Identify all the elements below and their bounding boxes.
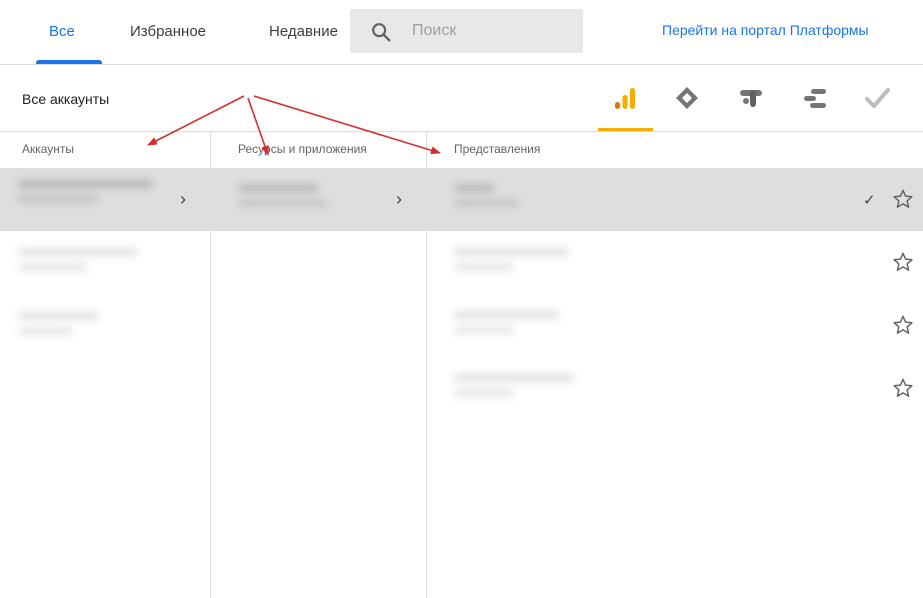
active-tab-indicator xyxy=(36,60,102,64)
view-item[interactable] xyxy=(454,184,584,214)
view-item[interactable] xyxy=(454,248,584,278)
analytics-icon[interactable] xyxy=(612,85,638,111)
properties-column-header: Ресурсы и приложения xyxy=(238,142,367,156)
star-icon[interactable] xyxy=(892,188,914,210)
column-divider xyxy=(426,132,427,598)
top-bar: Все Избранное Недавние Перейти на портал… xyxy=(0,0,923,65)
tab-all[interactable]: Все xyxy=(49,0,75,65)
tab-favorites[interactable]: Избранное xyxy=(130,0,206,65)
product-bar: Все аккаунты xyxy=(0,65,923,132)
data-studio-icon[interactable] xyxy=(802,85,828,111)
selected-product-indicator xyxy=(598,128,653,131)
property-item[interactable] xyxy=(238,184,348,214)
chevron-right-icon[interactable]: › xyxy=(180,189,186,210)
tab-recent[interactable]: Недавние xyxy=(269,0,338,65)
checkmark-icon: ✓ xyxy=(863,192,876,209)
column-divider xyxy=(210,132,211,598)
surveys-icon[interactable] xyxy=(864,85,890,111)
accounts-column-header: Аккаунты xyxy=(22,142,75,156)
view-item[interactable] xyxy=(454,374,584,404)
platform-portal-link[interactable]: Перейти на портал Платформы xyxy=(662,22,869,38)
tag-manager-icon[interactable] xyxy=(674,85,700,111)
view-item[interactable] xyxy=(454,311,584,341)
search-icon xyxy=(372,23,391,42)
star-icon[interactable] xyxy=(892,251,914,273)
optimize-icon[interactable] xyxy=(738,85,764,111)
account-item[interactable] xyxy=(18,312,158,342)
account-item[interactable] xyxy=(18,180,158,210)
chevron-right-icon[interactable]: › xyxy=(396,189,402,210)
search-input[interactable] xyxy=(412,20,572,42)
star-icon[interactable] xyxy=(892,314,914,336)
views-column-header: Представления xyxy=(454,142,541,156)
search-box xyxy=(350,9,583,53)
star-icon[interactable] xyxy=(892,377,914,399)
account-item[interactable] xyxy=(18,248,158,278)
scope-label: Все аккаунты xyxy=(22,91,110,107)
